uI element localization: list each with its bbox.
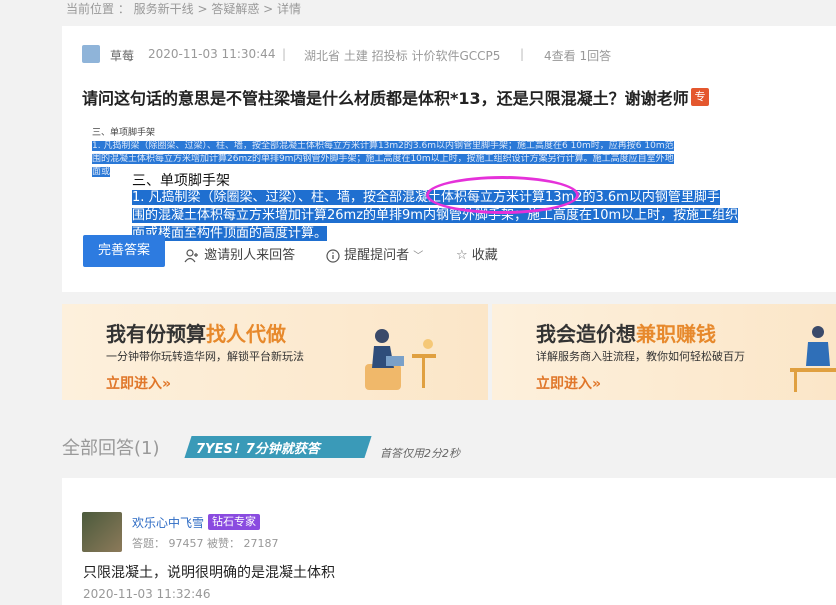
question-time: 2020-11-03 11:30:44: [148, 47, 276, 61]
star-icon: ☆: [456, 248, 468, 263]
answerer-avatar[interactable]: [82, 512, 122, 552]
zoom-line-3: 面或楼面至构件顶面的高度计算。: [132, 225, 836, 243]
answerer-stats: 答题： 97457 被赞： 27187: [132, 537, 279, 550]
annotation-circle: [426, 176, 579, 214]
banner-title-main: 我会造价想: [536, 322, 636, 346]
complete-answer-button[interactable]: 完善答案: [83, 235, 165, 267]
person-desk-illustration-icon: [790, 326, 836, 392]
banner-title-accent: 兼职赚钱: [636, 322, 716, 346]
yes-badge-text: 7YES！7分钟就获答: [196, 442, 320, 457]
person-laptop-illustration-icon: [365, 329, 436, 390]
body-line: 1. 凡捣制梁（除圈梁、过梁）、柱、墙，按全部混凝土体积每立方米计算13m2的3…: [92, 141, 674, 151]
banner-enter-link[interactable]: 立即进入»: [536, 373, 601, 393]
meta-separator: |: [520, 47, 525, 61]
info-icon: [326, 248, 340, 263]
answerer-name[interactable]: 欢乐心中飞雪: [132, 514, 204, 531]
all-answers-header: 全部回答(1): [62, 438, 160, 459]
remind-asker-button[interactable]: 提醒提问者 ﹀: [326, 244, 423, 263]
meta-separator: |: [282, 47, 287, 61]
body-heading: 三、单项脚手架: [92, 128, 156, 138]
invite-answer-button[interactable]: 邀请别人来回答: [184, 244, 295, 263]
diamond-expert-badge: 钻石专家: [208, 514, 260, 530]
breadcrumb: 当前位置 ： 服务新干线 > 答疑解惑 > 详情: [66, 2, 301, 16]
banner-enter-link[interactable]: 立即进入»: [106, 373, 171, 393]
zoom-line-text: 围的混凝土体积每立方米增加计算26mz的单排9m内钢管外脚手架；施工高度在10m…: [132, 208, 739, 223]
zoom-heading: 三、单项脚手架: [132, 173, 230, 189]
invite-label: 邀请别人来回答: [204, 248, 296, 263]
first-answer-time: 首答仅用2分2秒: [380, 447, 460, 460]
answer-time: 2020-11-03 11:32:46: [83, 587, 211, 601]
question-title: 请问这句话的意思是不管柱梁墙是什么材质都是体积*13，还是只限混凝土？谢谢老师: [82, 89, 689, 108]
answer-content: 只限混凝土，说明很明确的是混凝土体积: [83, 565, 335, 581]
question-location-tags: 湖北省 土建 招投标 计价软件GCCP5: [304, 49, 501, 63]
chevron-down-icon: ﹀: [413, 251, 424, 262]
body-line: 围的混凝土体积每立方米增加计算26mz的单排9m内钢管外脚手架；施工高度在10m…: [92, 154, 674, 164]
banner-subtitle: 一分钟带你玩转造华网，解锁平台新玩法: [106, 350, 304, 363]
remind-label: 提醒提问者: [344, 248, 410, 263]
banner-title-accent: 找人代做: [206, 322, 286, 346]
body-line: 面或: [92, 167, 111, 177]
asker-name[interactable]: 草莓: [110, 47, 134, 64]
asker-avatar-icon: [82, 45, 100, 63]
banner-title: 我有份预算找人代做: [106, 318, 286, 347]
professional-badge: 专: [691, 88, 709, 106]
banner-subtitle: 详解服务商入驻流程，教你如何轻松破百万: [536, 350, 745, 363]
banner-title-main: 我有份预算: [106, 322, 206, 346]
user-plus-icon: [184, 248, 198, 262]
question-stats: 4查看 1回答: [544, 49, 612, 63]
banner-title: 我会造价想兼职赚钱: [536, 318, 716, 347]
favorite-button[interactable]: ☆ 收藏: [456, 244, 498, 263]
favorite-label: 收藏: [471, 248, 498, 263]
